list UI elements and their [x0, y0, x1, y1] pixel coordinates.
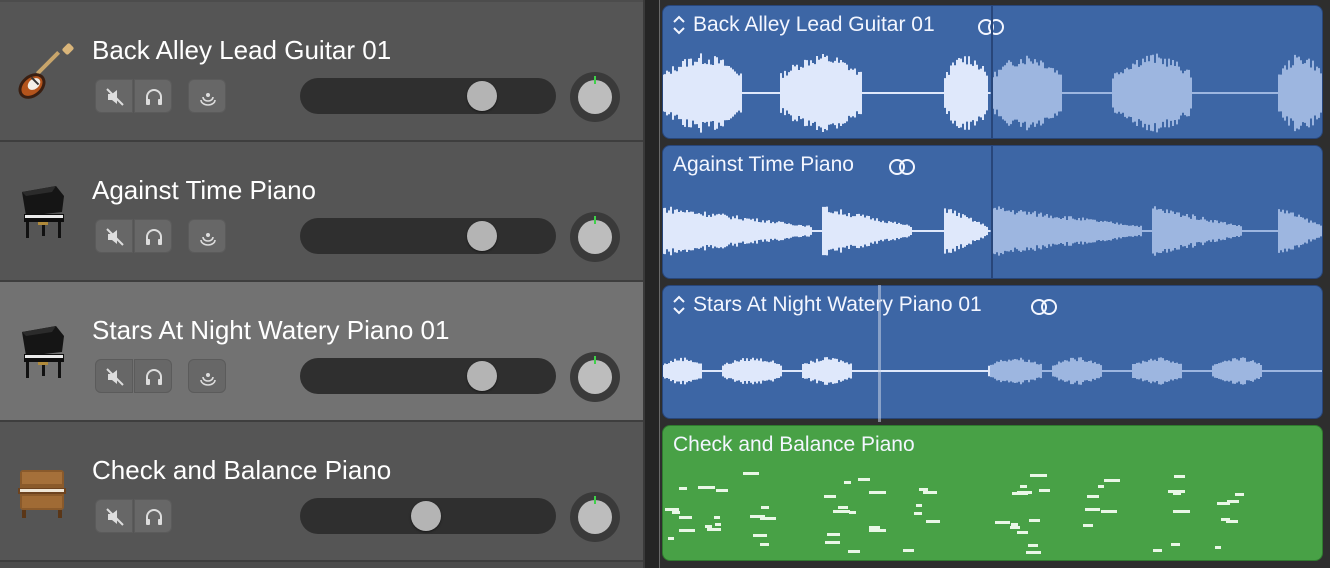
mute-button[interactable]	[95, 219, 133, 253]
track-name[interactable]: Against Time Piano	[92, 175, 316, 206]
headphones-icon	[146, 509, 162, 525]
region-title: Check and Balance Piano	[673, 433, 915, 456]
volume-slider-thumb[interactable]	[467, 81, 497, 111]
volume-slider-thumb[interactable]	[467, 361, 497, 391]
speaker-muted-icon	[106, 228, 124, 246]
volume-slider-thumb[interactable]	[411, 501, 441, 531]
volume-slider[interactable]	[300, 218, 556, 254]
monitor-icon	[200, 233, 216, 246]
volume-slider[interactable]	[300, 498, 556, 534]
volume-slider[interactable]	[300, 78, 556, 114]
speaker-muted-icon	[106, 88, 124, 106]
audio-region[interactable]: Stars At Night Watery Piano 01	[662, 285, 1323, 419]
solo-button[interactable]	[134, 219, 172, 253]
audio-region[interactable]: Against Time Piano	[662, 145, 1323, 279]
chevron-updown-icon	[673, 295, 685, 315]
region-title: Against Time Piano	[673, 153, 854, 176]
pane-divider[interactable]	[643, 0, 660, 568]
monitor-icon	[200, 93, 216, 106]
solo-button[interactable]	[134, 79, 172, 113]
track-name[interactable]: Stars At Night Watery Piano 01	[92, 315, 449, 346]
pan-knob[interactable]	[570, 212, 620, 262]
headphones-icon	[146, 229, 162, 245]
track-name[interactable]: Check and Balance Piano	[92, 455, 391, 486]
midi-region[interactable]: Check and Balance Piano	[662, 425, 1323, 561]
grand-piano-icon	[22, 186, 64, 238]
track-header[interactable]: Check and Balance Piano	[0, 422, 643, 562]
volume-slider[interactable]	[300, 358, 556, 394]
speaker-muted-icon	[106, 368, 124, 386]
audio-region[interactable]: Back Alley Lead Guitar 01	[662, 5, 1323, 139]
grand-piano-icon	[22, 326, 64, 378]
solo-button[interactable]	[134, 499, 172, 533]
speaker-muted-icon	[106, 508, 124, 526]
loop-icon	[1031, 299, 1057, 315]
headphones-icon	[146, 89, 162, 105]
mute-button[interactable]	[95, 359, 133, 393]
waveform	[663, 53, 1322, 133]
playhead[interactable]	[878, 285, 881, 422]
upright-piano-icon	[18, 470, 66, 518]
pan-knob[interactable]	[570, 492, 620, 542]
track-header[interactable]: Against Time Piano	[0, 142, 643, 282]
track-headers: Back Alley Lead Guitar 01 Against Time P…	[0, 0, 643, 568]
volume-slider-thumb[interactable]	[467, 221, 497, 251]
input-monitoring-button[interactable]	[188, 359, 226, 393]
input-monitoring-button[interactable]	[188, 79, 226, 113]
mute-button[interactable]	[95, 79, 133, 113]
pan-knob[interactable]	[570, 72, 620, 122]
waveform	[663, 206, 1322, 256]
mute-button[interactable]	[95, 499, 133, 533]
solo-button[interactable]	[134, 359, 172, 393]
pan-knob[interactable]	[570, 352, 620, 402]
track-header[interactable]: Back Alley Lead Guitar 01	[0, 2, 643, 142]
track-header[interactable]: Stars At Night Watery Piano 01	[0, 282, 643, 422]
waveform	[663, 357, 1322, 385]
arrange-area[interactable]: Back Alley Lead Guitar 01 Against Time P…	[660, 0, 1330, 568]
chevron-updown-icon	[673, 15, 685, 35]
monitor-icon	[200, 373, 216, 386]
electric-guitar-icon	[18, 43, 74, 99]
midi-notes	[665, 472, 1244, 554]
loop-icon	[889, 159, 915, 175]
region-title: Stars At Night Watery Piano 01	[693, 293, 982, 316]
region-title: Back Alley Lead Guitar 01	[693, 13, 935, 36]
input-monitoring-button[interactable]	[188, 219, 226, 253]
headphones-icon	[146, 369, 162, 385]
track-name[interactable]: Back Alley Lead Guitar 01	[92, 35, 391, 66]
